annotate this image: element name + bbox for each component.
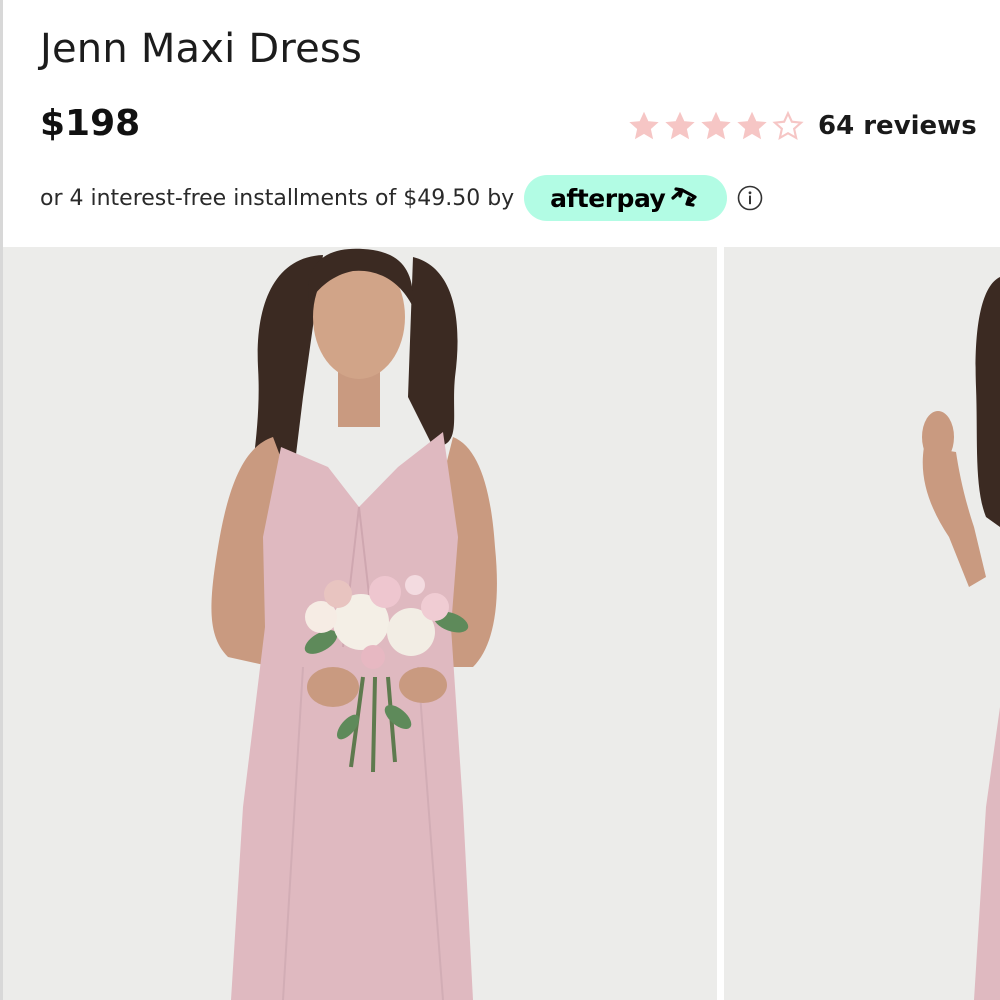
- afterpay-badge[interactable]: afterpay: [524, 175, 728, 221]
- model-photo-illustration: [3, 247, 717, 1000]
- star-icon: [701, 111, 731, 140]
- star-icon: [772, 110, 804, 140]
- reviews-link[interactable]: 64 reviews: [818, 111, 977, 141]
- installments-message: or 4 interest-free installments of $49.5…: [40, 175, 763, 221]
- installments-text: or 4 interest-free installments of $49.5…: [40, 185, 515, 211]
- star-icon: [665, 111, 695, 140]
- product-rating[interactable]: 64 reviews: [628, 106, 977, 146]
- info-icon[interactable]: [737, 185, 763, 211]
- product-image-main[interactable]: [3, 247, 717, 1000]
- afterpay-arrows-icon: [671, 187, 697, 207]
- product-price: $198: [40, 103, 141, 144]
- star-rating[interactable]: [628, 110, 804, 142]
- star-icon: [629, 111, 659, 140]
- afterpay-label: afterpay: [550, 183, 666, 213]
- product-gallery: [0, 247, 1000, 1000]
- product-image-secondary[interactable]: [724, 247, 1000, 1000]
- model-photo-illustration-2: [724, 247, 1000, 1000]
- product-title: Jenn Maxi Dress: [40, 26, 363, 72]
- star-icon: [737, 111, 767, 140]
